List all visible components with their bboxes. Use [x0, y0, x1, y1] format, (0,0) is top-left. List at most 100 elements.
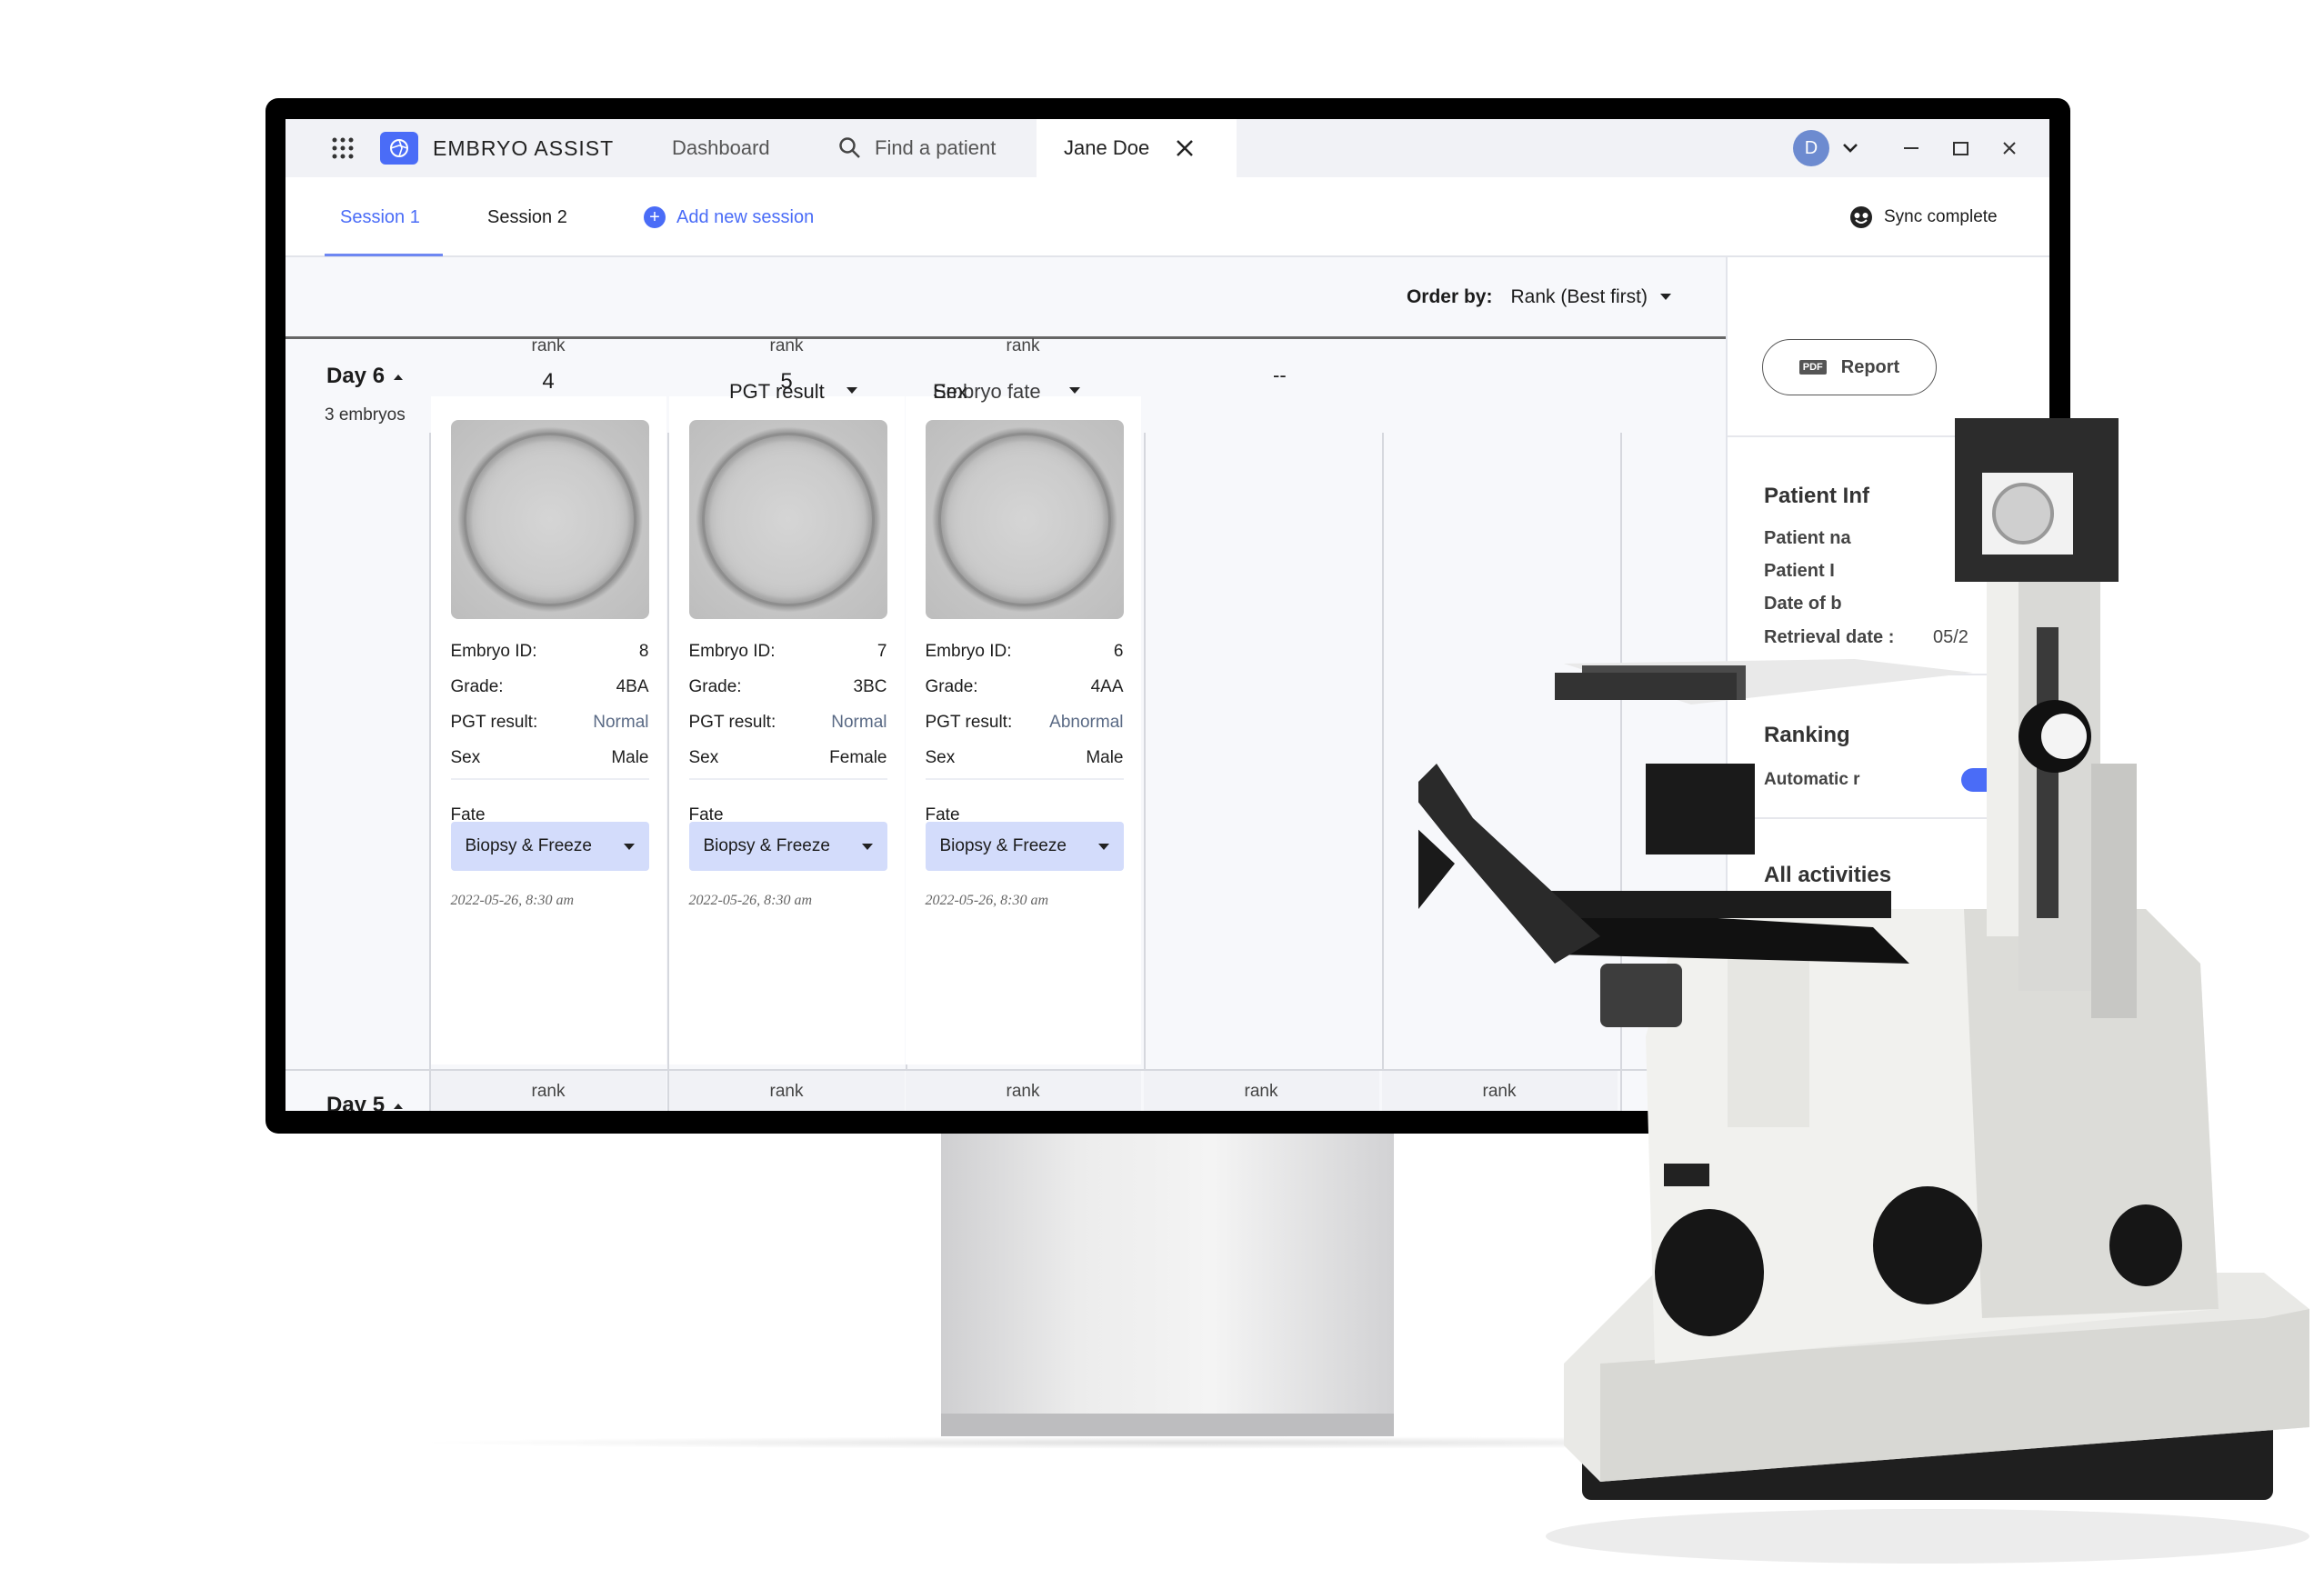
tab-patient[interactable]: Jane Doe	[1037, 119, 1237, 177]
report-button[interactable]: PDF Report	[1762, 339, 1937, 395]
caret-down-icon	[861, 843, 873, 850]
info-label: Embryo ID:	[925, 642, 1012, 661]
minimize-icon[interactable]	[1904, 119, 1918, 177]
info-row: PGT result: Normal	[451, 713, 649, 733]
info-value: Normal	[831, 713, 887, 732]
info-label: Sex	[450, 748, 481, 767]
find-patient-label: Find a patient	[875, 136, 997, 159]
info-label: Sex	[925, 748, 956, 767]
timestamp: 2022-05-26, 8:30 am	[688, 893, 813, 908]
info-row: Embryo ID: 6	[926, 642, 1124, 662]
info-row: Sex Male	[451, 748, 649, 768]
embryo-image[interactable]	[450, 420, 649, 619]
nav-dashboard[interactable]: Dashboard	[672, 119, 770, 177]
fate-value: Biopsy & Freeze	[465, 836, 592, 855]
app-name: EMBRYO ASSIST	[433, 135, 615, 160]
rank-label: rank	[769, 1082, 804, 1101]
info-label: Grade:	[688, 677, 742, 696]
info-row: Grade: 4BA	[451, 677, 649, 697]
info-value: 7	[877, 642, 887, 661]
timestamp: 2022-05-26, 8:30 am	[925, 893, 1049, 908]
column-divider	[1382, 433, 1384, 1111]
caret-down-icon	[1097, 843, 1109, 850]
maximize-icon[interactable]	[1953, 119, 1968, 177]
column-header-pgt[interactable]: PGT result	[729, 380, 825, 404]
rank-number: 4	[542, 369, 555, 394]
day6-label: Day 6	[326, 364, 386, 388]
add-session-button[interactable]: + Add new session	[644, 177, 814, 257]
tab-session-1[interactable]: Session 1	[340, 177, 420, 257]
info-value: Normal	[593, 713, 649, 732]
sync-label: Sync complete	[1884, 207, 1998, 226]
rank-placeholder: --	[1273, 364, 1287, 386]
find-patient-button[interactable]: Find a patient	[838, 119, 996, 177]
embryo-image[interactable]	[925, 420, 1124, 619]
close-window-icon[interactable]	[2002, 119, 2017, 177]
divider	[925, 778, 1124, 780]
apps-grid-icon[interactable]	[331, 119, 355, 177]
user-menu[interactable]: D	[1793, 119, 1858, 177]
chevron-down-icon	[1843, 144, 1858, 153]
app-logo-icon	[380, 119, 418, 177]
rank-label: rank	[531, 336, 566, 355]
embryo-card: Embryo ID: 8 Grade: 4BA PGT result: Normal Sex…	[430, 396, 666, 1064]
info-value: 8	[638, 642, 649, 661]
divider	[450, 778, 649, 780]
info-label: PGT result:	[688, 713, 776, 732]
info-row: PGT result: Abnormal	[926, 713, 1124, 733]
embryo-image[interactable]	[688, 420, 887, 619]
info-label: Sex	[688, 748, 719, 767]
order-bar: Order by: Rank (Best first)	[285, 257, 1726, 339]
day5-toggle[interactable]: Day 5	[326, 1093, 404, 1111]
fate-value: Biopsy & Freeze	[703, 836, 830, 855]
tab-session-2[interactable]: Session 2	[487, 177, 567, 257]
timestamp: 2022-05-26, 8:30 am	[450, 893, 575, 908]
divider	[688, 778, 887, 780]
info-label: Grade:	[925, 677, 978, 696]
caret-down-icon	[623, 843, 635, 850]
title-bar: EMBRYO ASSIST Dashboard Find a patient J…	[285, 119, 2049, 177]
info-value: Male	[1086, 748, 1124, 767]
monitor-stand	[941, 1134, 1394, 1436]
search-icon	[839, 137, 860, 158]
info-label: PGT result:	[925, 713, 1013, 732]
day5-label: Day 5	[326, 1093, 386, 1111]
caret-up-icon	[394, 374, 404, 380]
embryo-card: Embryo ID: 6 Grade: 4AA PGT result: Abnormal S…	[905, 396, 1141, 1064]
info-label: Grade:	[450, 677, 504, 696]
info-row: Grade: 4AA	[926, 677, 1124, 697]
rank-label: rank	[1006, 336, 1040, 355]
rank-label: rank	[769, 336, 804, 355]
info-row: Embryo ID: 8	[451, 642, 649, 662]
avatar: D	[1793, 130, 1829, 166]
caret-down-icon	[1660, 294, 1671, 301]
microscope-image	[1418, 418, 2309, 1564]
fate-dropdown[interactable]: Biopsy & Freeze	[925, 822, 1124, 871]
caret-down-icon	[846, 387, 857, 394]
monitor-stand-base	[941, 1414, 1394, 1436]
day6-toggle[interactable]: Day 6	[326, 364, 404, 389]
tab-patient-label: Jane Doe	[1064, 136, 1150, 159]
embryo-card: Embryo ID: 7 Grade: 3BC PGT result: Normal Sex…	[668, 396, 905, 1064]
column-header-fate[interactable]: Embryo fate	[933, 380, 1041, 404]
active-tab-indicator	[325, 254, 443, 256]
info-value: Abnormal	[1049, 713, 1124, 732]
info-value: Male	[611, 748, 649, 767]
pdf-icon: PDF	[1798, 360, 1827, 375]
sync-icon	[1850, 206, 1872, 228]
fate-dropdown[interactable]: Biopsy & Freeze	[450, 822, 649, 871]
order-label: Order by:	[1406, 285, 1493, 307]
fate-dropdown[interactable]: Biopsy & Freeze	[688, 822, 887, 871]
info-value: 4AA	[1090, 677, 1124, 696]
plus-icon: +	[644, 206, 666, 228]
order-select[interactable]: Rank (Best first)	[1510, 286, 1671, 308]
info-row: Grade: 3BC	[689, 677, 887, 697]
rank-label: rank	[1244, 1082, 1278, 1101]
rank-label: rank	[531, 1082, 566, 1101]
close-tab-icon[interactable]	[1175, 138, 1195, 158]
caret-down-icon	[1069, 387, 1080, 394]
info-row: Sex Female	[689, 748, 887, 768]
info-row: Sex Male	[926, 748, 1124, 768]
fate-value: Biopsy & Freeze	[939, 836, 1067, 855]
order-value: Rank (Best first)	[1510, 285, 1648, 307]
